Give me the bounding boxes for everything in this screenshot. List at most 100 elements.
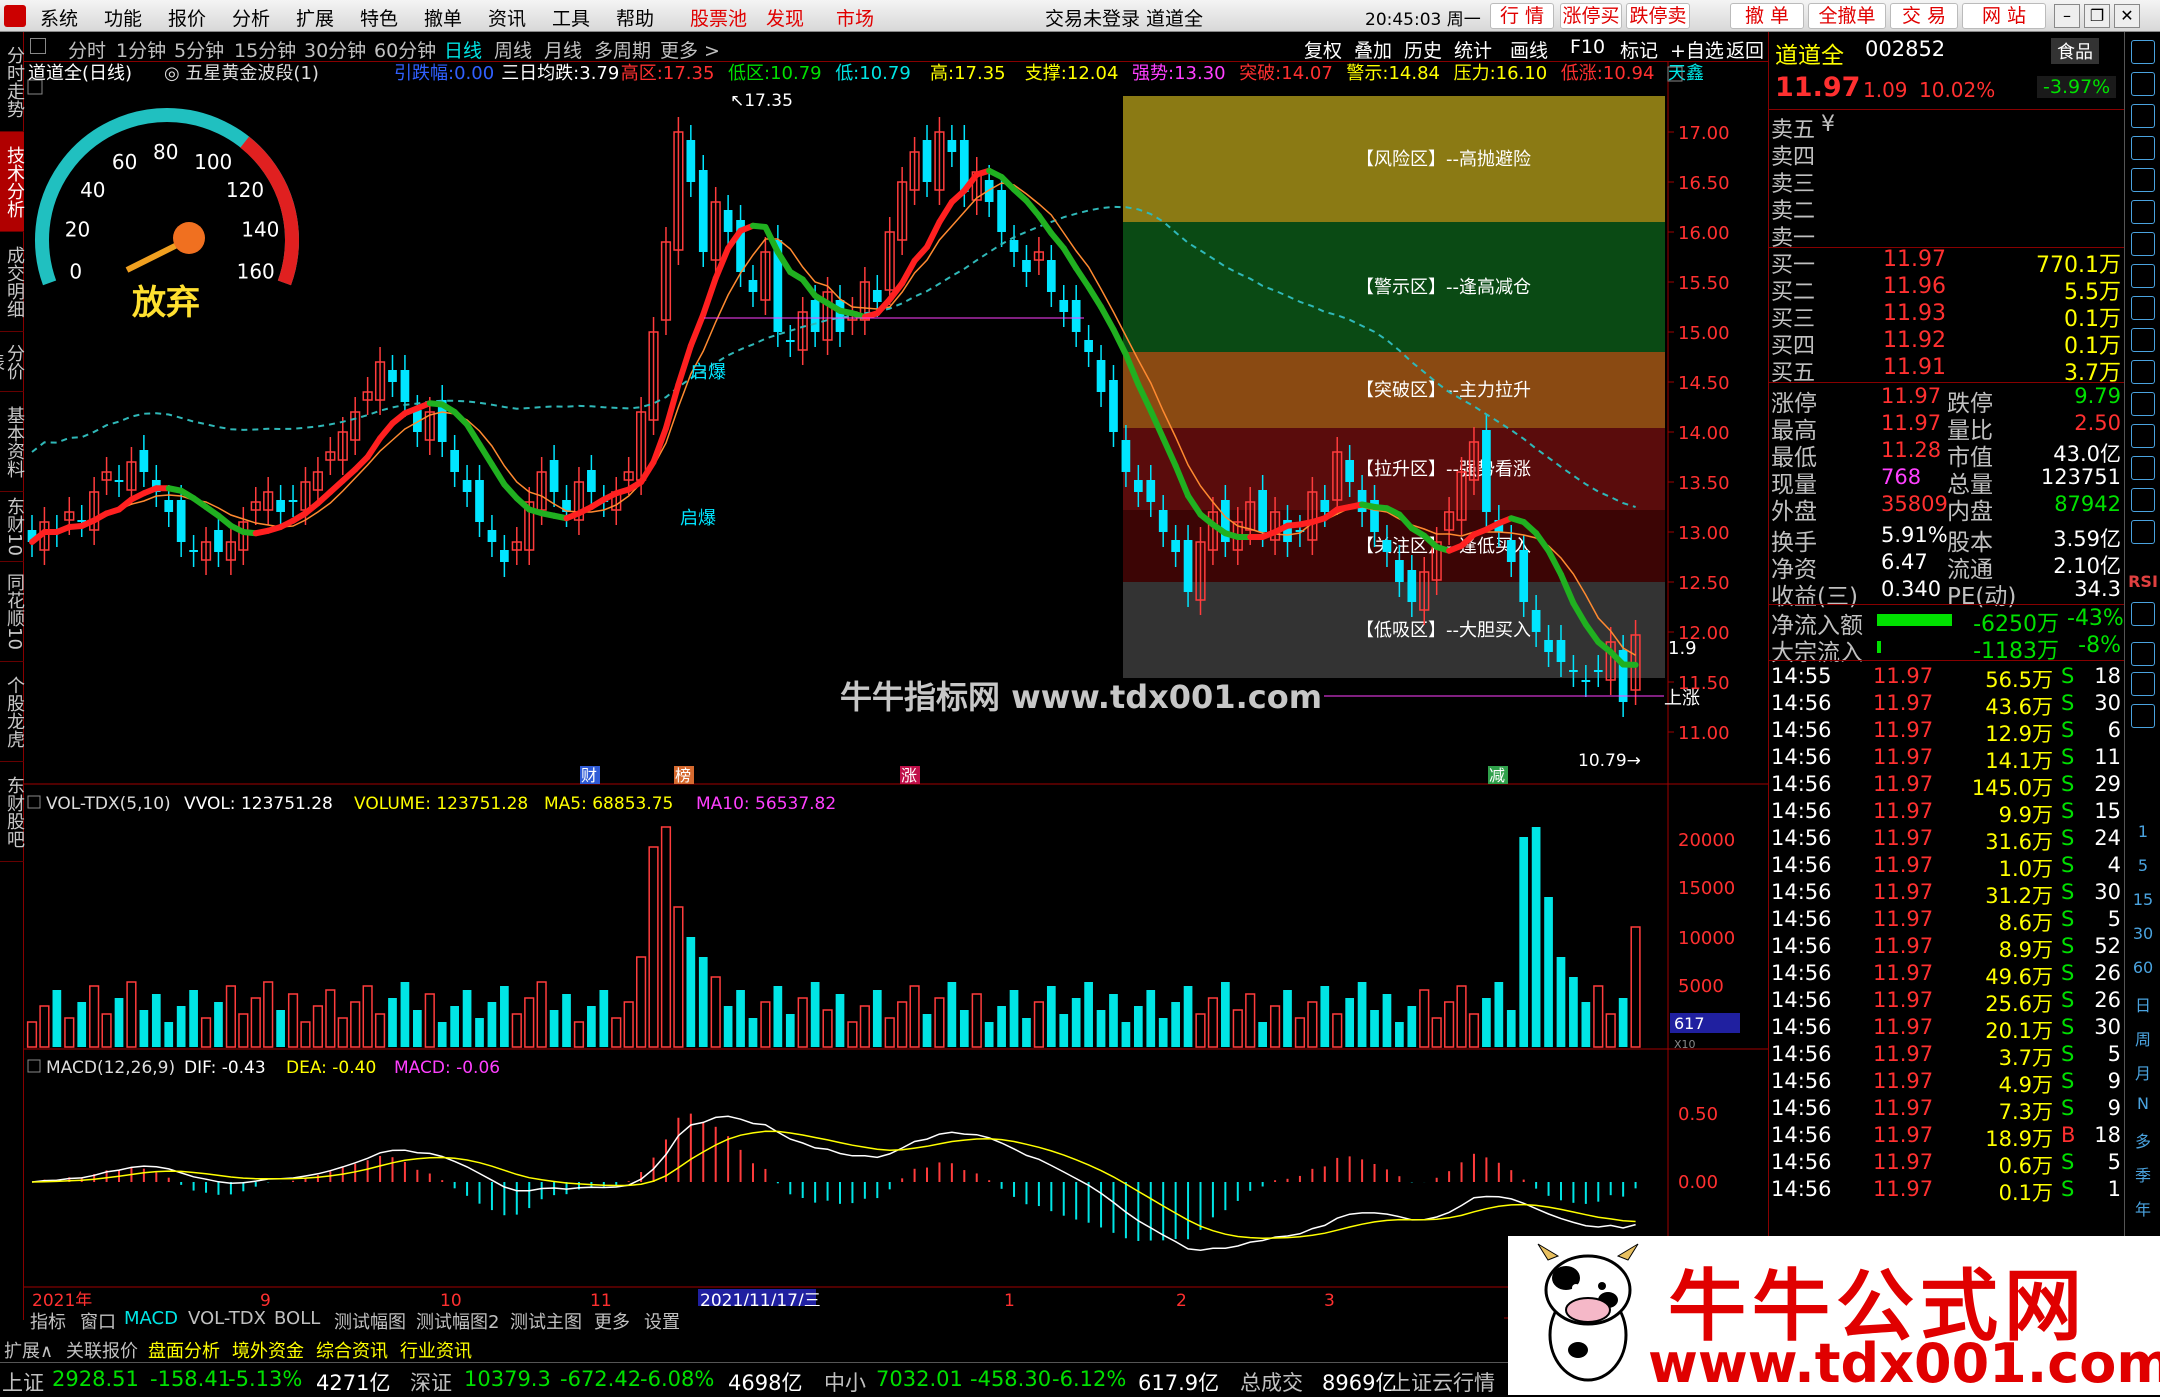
bid-price[interactable]: 11.93 — [1883, 301, 1946, 326]
side-tab[interactable]: 分时走势 — [0, 32, 24, 132]
period-tab[interactable]: 更多 > — [660, 36, 720, 63]
chevron-up-icon[interactable] — [2131, 40, 2155, 64]
menu-item[interactable]: 系统 — [40, 4, 78, 31]
period-shortcut[interactable]: 多 — [2125, 1128, 2160, 1152]
indicator-tab[interactable]: 窗口 — [80, 1308, 116, 1334]
sz-index[interactable]: 10379.3 — [464, 1367, 551, 1391]
bid-price[interactable]: 11.96 — [1883, 274, 1946, 299]
side-tab[interactable]: 分价表 — [0, 332, 24, 392]
toolbar-button[interactable]: 网 站 — [1962, 3, 2046, 29]
doc-icon[interactable] — [2131, 360, 2155, 384]
menu-item[interactable]: 资讯 — [488, 4, 526, 31]
period-shortcut[interactable]: 60 — [2125, 958, 2160, 977]
side-tab[interactable]: 成交明细 — [0, 232, 24, 332]
indicator-tab[interactable]: VOL-TDX — [188, 1308, 266, 1329]
side-tab[interactable]: 技术分析 — [0, 132, 24, 232]
period-tab[interactable]: 15分钟 — [234, 36, 296, 63]
menu-item[interactable]: 分析 — [232, 4, 270, 31]
list-icon[interactable] — [2131, 328, 2155, 352]
extension-tab[interactable]: 关联报价 — [66, 1337, 138, 1363]
bid-price[interactable]: 11.91 — [1883, 355, 1946, 380]
menu-item[interactable]: 扩展 — [296, 4, 334, 31]
bid-price[interactable]: 11.92 — [1883, 328, 1946, 353]
period-tab[interactable]: 60分钟 — [374, 36, 436, 63]
grid-icon[interactable] — [2131, 136, 2155, 160]
minimize-icon[interactable]: – — [2054, 4, 2080, 28]
menu-item[interactable]: 帮助 — [616, 4, 654, 31]
period-shortcut[interactable]: 日 — [2125, 992, 2160, 1016]
chart-tool-button[interactable]: 画线 — [1510, 36, 1548, 63]
close-icon[interactable]: ✕ — [2114, 4, 2140, 28]
period-tab[interactable]: 周线 — [494, 36, 532, 63]
indicator-tab[interactable]: 设置 — [644, 1308, 680, 1334]
arrow-up-icon[interactable] — [2131, 72, 2155, 96]
toolbar-button[interactable]: 撤 单 — [1730, 3, 1804, 29]
extension-tab[interactable]: 扩展∧ — [4, 1337, 53, 1363]
period-tab[interactable]: 分时 — [68, 36, 106, 63]
extension-tab[interactable]: 境外资金 — [232, 1337, 304, 1363]
chart-tool-button[interactable]: 统计 — [1454, 36, 1492, 63]
target-icon[interactable] — [2131, 602, 2155, 626]
calendar-icon[interactable] — [2131, 456, 2155, 480]
chart-tool-button[interactable]: 标记 — [1620, 36, 1658, 63]
period-tab[interactable]: 月线 — [544, 36, 582, 63]
indicator-tab[interactable]: 测试主图 — [510, 1308, 582, 1334]
period-shortcut[interactable]: 15 — [2125, 890, 2160, 909]
toolbar-button[interactable]: 交 易 — [1890, 3, 1958, 29]
zx-index[interactable]: 7032.01 — [876, 1367, 963, 1391]
side-tab[interactable]: 东财股吧 — [0, 762, 24, 862]
period-shortcut[interactable]: N — [2125, 1094, 2160, 1113]
period-shortcut[interactable]: 1 — [2125, 822, 2160, 841]
indicator-tab[interactable]: 更多 — [594, 1308, 630, 1334]
chart-tool-button[interactable]: F10 — [1570, 36, 1605, 58]
chart-icon[interactable] — [2131, 168, 2155, 192]
indicator-tab[interactable]: BOLL — [274, 1308, 320, 1329]
period-shortcut[interactable]: 月 — [2125, 1060, 2160, 1084]
f10-icon[interactable] — [2131, 264, 2155, 288]
period-shortcut[interactable]: 周 — [2125, 1026, 2160, 1050]
restore-icon[interactable]: ❐ — [2084, 4, 2110, 28]
side-tab[interactable]: 同花顺10 — [0, 562, 24, 662]
app-logo-icon[interactable] — [4, 5, 26, 27]
move-icon[interactable] — [2131, 642, 2155, 666]
indicator-tab[interactable]: 指标 — [30, 1308, 66, 1334]
formula-name[interactable]: ◎ 五星黄金波段(1) — [164, 63, 319, 84]
leaf-icon[interactable] — [2131, 520, 2155, 544]
sector-tag[interactable]: 食品 — [2051, 38, 2099, 64]
menu-item[interactable]: 特色 — [360, 4, 398, 31]
period-shortcut[interactable]: 季 — [2125, 1162, 2160, 1186]
chart-tool-button[interactable]: +自选 — [1670, 36, 1724, 63]
toolbar-button[interactable]: 涨停买 — [1560, 3, 1622, 29]
period-tab[interactable]: 多周期 — [594, 36, 651, 63]
pencil-icon[interactable] — [2131, 672, 2155, 696]
period-shortcut[interactable]: 5 — [2125, 856, 2160, 875]
arrow-down-icon[interactable] — [2131, 104, 2155, 128]
period-tab[interactable]: 1分钟 — [116, 36, 166, 63]
chart-tool-button[interactable]: 叠加 — [1354, 36, 1392, 63]
settings-icon[interactable] — [2131, 704, 2155, 728]
table-icon[interactable] — [2131, 232, 2155, 256]
period-tab[interactable]: 5分钟 — [174, 36, 224, 63]
side-tab[interactable]: 东财10 — [0, 492, 24, 562]
toolbar-button[interactable]: 全撤单 — [1808, 3, 1886, 29]
chart-tool-button[interactable]: 复权 — [1304, 36, 1342, 63]
side-tab[interactable]: 基本资料 — [0, 392, 24, 492]
kline-chart[interactable]: 【风险区】--高抛避险【警示区】--逢高减仓【突破区】--主力拉升【拉升区】--… — [24, 62, 1768, 1320]
sh-index[interactable]: 2928.51 — [52, 1367, 139, 1391]
indicator-tab[interactable]: MACD — [124, 1308, 178, 1329]
menu-item-red[interactable]: 股票池 — [690, 4, 747, 31]
period-shortcut[interactable]: 年 — [2125, 1196, 2160, 1220]
info-icon[interactable] — [2131, 488, 2155, 512]
toolbar-button[interactable]: 跌停卖 — [1626, 3, 1690, 29]
compass-icon[interactable] — [2131, 296, 2155, 320]
chart-tool-button[interactable]: 返回 — [1726, 36, 1764, 63]
extension-tab[interactable]: 行业资讯 — [400, 1337, 472, 1363]
menu-item[interactable]: 工具 — [552, 4, 590, 31]
menu-item[interactable]: 报价 — [168, 4, 206, 31]
extension-tab[interactable]: 盘面分析 — [148, 1337, 220, 1363]
period-shortcut[interactable]: 30 — [2125, 924, 2160, 943]
kline-icon[interactable] — [2131, 200, 2155, 224]
period-tab[interactable]: 30分钟 — [304, 36, 366, 63]
layout-icon[interactable] — [30, 38, 46, 54]
rsi-tool-label[interactable]: RSI — [2125, 572, 2160, 591]
